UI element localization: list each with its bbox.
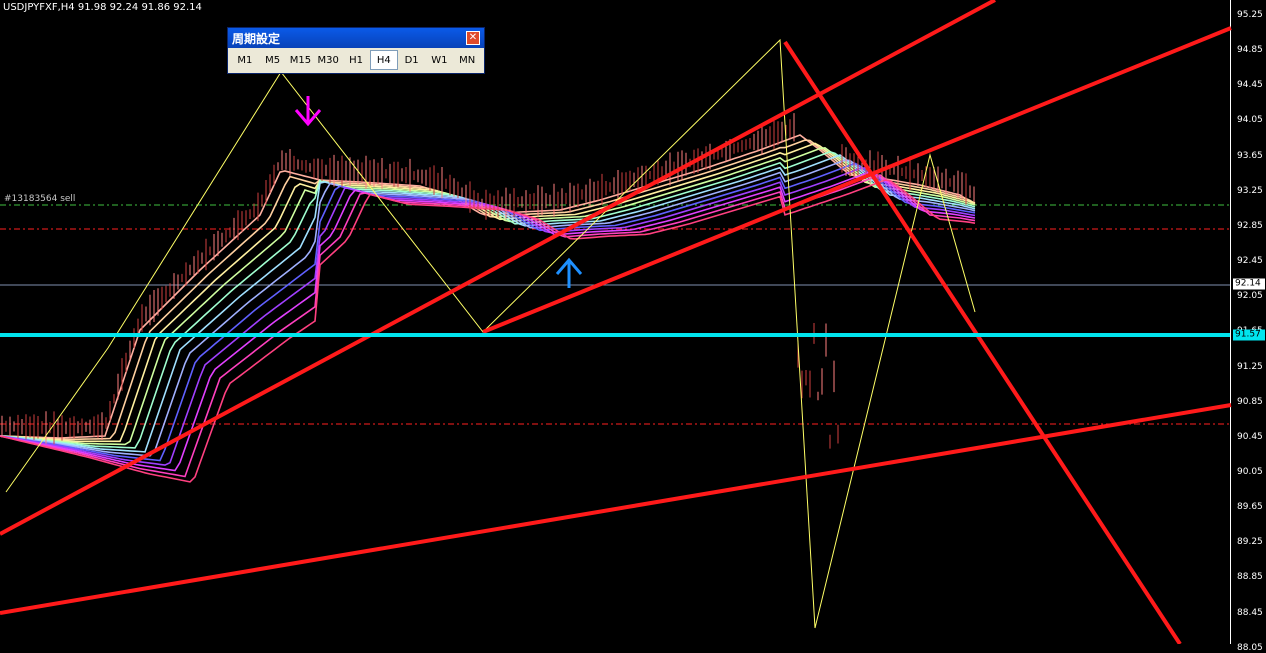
trendline-falling	[783, 40, 1182, 644]
period-button-h1[interactable]: H1	[342, 50, 370, 70]
buy-arrow-icon	[555, 257, 583, 288]
price-tick: 95.25	[1237, 10, 1263, 20]
order-label: #13183564 sell	[4, 194, 76, 204]
ma-line	[0, 154, 976, 453]
price-tick: 90.05	[1237, 466, 1263, 477]
period-button-m15[interactable]: M15	[287, 50, 315, 70]
close-icon[interactable]: ✕	[466, 31, 480, 45]
price-tick: 89.25	[1237, 537, 1263, 548]
price-tick: 94.05	[1237, 115, 1263, 126]
support-price-badge: 91.57	[1233, 329, 1265, 341]
period-button-h4[interactable]: H4	[369, 50, 398, 70]
price-tick: 88.85	[1237, 572, 1263, 583]
price-tick: 91.25	[1237, 361, 1263, 372]
price-tick: 92.05	[1237, 291, 1263, 302]
price-tick: 94.45	[1237, 80, 1263, 91]
period-button-mn[interactable]: MN	[453, 50, 481, 70]
current-price-badge: 92.14	[1233, 278, 1265, 290]
period-window-titlebar[interactable]: 周期設定	[228, 28, 484, 48]
price-tick: 92.85	[1237, 220, 1263, 231]
period-button-m1[interactable]: M1	[231, 50, 259, 70]
period-window-title: 周期設定	[232, 31, 281, 46]
period-button-d1[interactable]: D1	[398, 50, 426, 70]
price-tick: 89.65	[1237, 502, 1263, 513]
period-button-m5[interactable]: M5	[259, 50, 287, 70]
price-candles	[1, 113, 975, 449]
symbol-info: USDJPYFXF,H4 91.98 92.24 91.86 92.14	[3, 2, 202, 13]
ma-line	[0, 174, 976, 478]
trendline-rising-steep	[0, 0, 996, 536]
period-buttons: M1 M5 M15 M30 H1 H4 D1 W1 MN	[228, 48, 484, 72]
price-tick: 88.45	[1237, 607, 1263, 618]
period-settings-window[interactable]: 周期設定 ✕ M1 M5 M15 M30 H1 H4 D1 W1 MN	[227, 27, 485, 74]
period-button-m30[interactable]: M30	[314, 50, 342, 70]
price-tick: 93.25	[1237, 185, 1263, 196]
sell-arrow-icon	[294, 96, 322, 127]
price-tick: 88.05	[1237, 642, 1263, 653]
price-tick: 92.45	[1237, 256, 1263, 267]
ma-line	[0, 142, 976, 443]
price-tick: 93.65	[1237, 150, 1263, 161]
price-tick: 94.85	[1237, 45, 1263, 56]
ma-line	[0, 150, 976, 449]
price-tick: 90.45	[1237, 431, 1263, 442]
price-axis[interactable]: 95.25 94.85 94.45 94.05 93.65 93.25 92.85 92.45…	[1231, 0, 1266, 653]
price-chart[interactable]	[0, 0, 1266, 644]
period-button-w1[interactable]: W1	[425, 50, 453, 70]
price-tick: 90.85	[1237, 396, 1263, 407]
